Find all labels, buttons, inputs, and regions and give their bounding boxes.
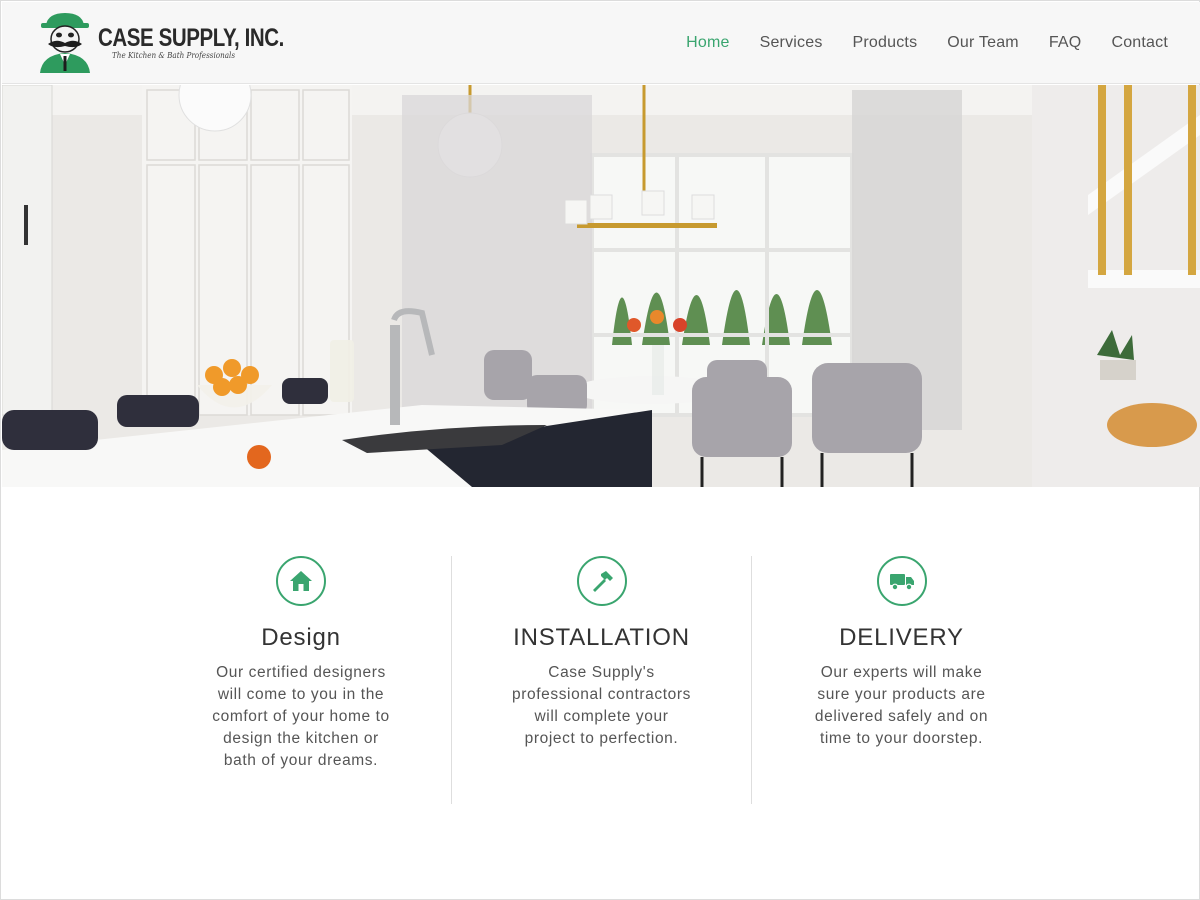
feature-delivery: DELIVERY Our experts will make sure your… [751,556,1051,804]
site-header: CASE SUPPLY, INC. The Kitchen & Bath Pro… [2,2,1200,84]
hammer-icon [576,556,627,606]
services-features: Design Our certified designers will come… [151,556,1051,806]
nav-contact[interactable]: Contact [1111,34,1168,52]
brand-text: CASE SUPPLY, INC. The Kitchen & Bath Pro… [98,25,325,60]
truck-icon [876,556,927,606]
nav-faq[interactable]: FAQ [1049,34,1082,52]
feature-installation: INSTALLATION Case Supply's professional … [451,556,751,804]
feature-title: DELIVERY [839,624,964,651]
nav-home[interactable]: Home [686,34,729,52]
main-nav: Home Services Products Our Team FAQ Cont… [656,34,1168,52]
feature-description: Our certified designers will come to you… [212,664,390,769]
brand-logo[interactable]: CASE SUPPLY, INC. The Kitchen & Bath Pro… [32,8,284,76]
kitchen-interior-photo [2,85,1200,487]
nav-our-team[interactable]: Our Team [947,34,1019,52]
feature-description: Our experts will make sure your products… [814,664,989,747]
page-frame: CASE SUPPLY, INC. The Kitchen & Bath Pro… [0,0,1200,900]
feature-description: Case Supply's professional contractors w… [512,664,691,747]
nav-services[interactable]: Services [760,34,823,52]
brand-tagline: The Kitchen & Bath Professionals [112,50,236,60]
home-icon [276,556,326,606]
feature-design: Design Our certified designers will come… [151,556,451,804]
mascot-logo-icon [40,13,90,73]
feature-title: INSTALLATION [513,624,690,651]
feature-title: Design [261,624,341,651]
brand-name: CASE SUPPLY, INC. [98,23,284,52]
hero-image [2,85,1200,487]
nav-products[interactable]: Products [853,34,918,52]
